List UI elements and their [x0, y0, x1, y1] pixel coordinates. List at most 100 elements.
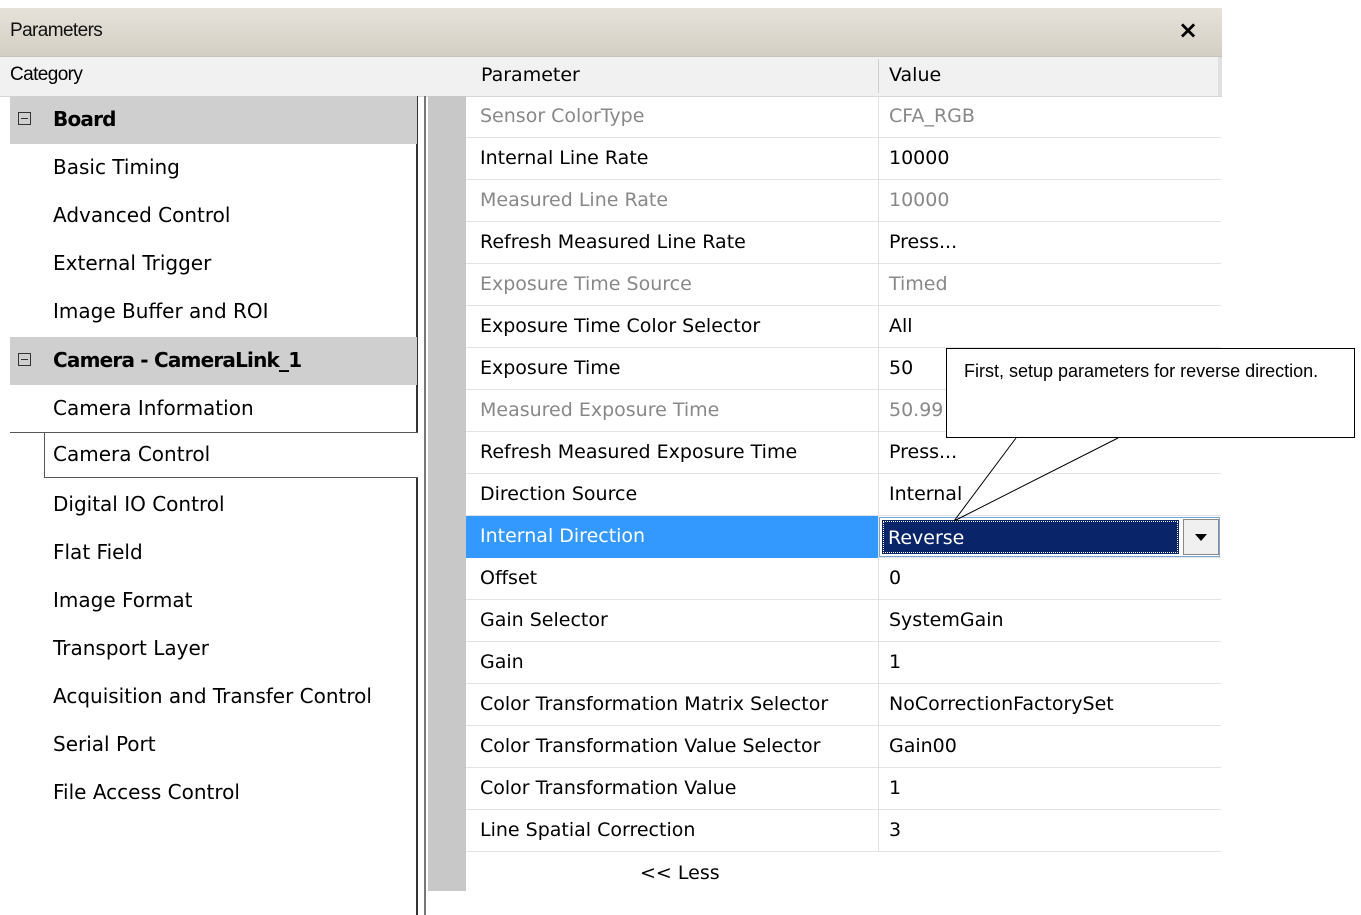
param-value[interactable]: Press...	[889, 231, 957, 253]
value-header[interactable]: Value	[889, 64, 941, 86]
less-button[interactable]: << Less	[640, 862, 720, 884]
column-divider	[878, 768, 879, 809]
dropdown-value-text: Reverse	[888, 527, 965, 549]
param-row[interactable]: Color Transformation Value 1	[466, 768, 1221, 810]
column-divider	[878, 432, 879, 473]
callout-note: First, setup parameters for reverse dire…	[946, 348, 1355, 438]
param-row[interactable]: Measured Line Rate 10000	[466, 180, 1221, 222]
category-header: Category	[10, 64, 83, 85]
param-row[interactable]: Color Transformation Value Selector Gain0…	[466, 726, 1221, 768]
close-icon[interactable]: ×	[1178, 16, 1198, 44]
column-headers: Category Parameter Value	[0, 57, 1222, 97]
parameters-window: Parameters × Category Parameter Value Bo…	[0, 0, 1222, 915]
param-value[interactable]: 10000	[889, 147, 949, 169]
window-title: Parameters	[10, 20, 103, 41]
param-name: Gain Selector	[480, 609, 608, 631]
param-value[interactable]: 0	[889, 567, 901, 589]
title-bar: Parameters ×	[0, 8, 1222, 57]
category-item-file-access-control[interactable]: File Access Control	[53, 780, 240, 804]
category-item-image-format[interactable]: Image Format	[53, 588, 192, 612]
param-value[interactable]: 50	[889, 357, 913, 379]
param-row[interactable]: Internal Line Rate 10000	[466, 138, 1221, 180]
pane-splitter[interactable]	[424, 96, 426, 915]
column-divider	[878, 810, 879, 851]
category-item-digital-io-control[interactable]: Digital IO Control	[53, 492, 225, 516]
param-value: Timed	[889, 273, 948, 295]
param-row[interactable]: Line Spatial Correction 3	[466, 810, 1221, 852]
header-divider[interactable]	[878, 59, 879, 93]
parameter-header[interactable]: Parameter	[481, 64, 580, 86]
category-item-advanced-control[interactable]: Advanced Control	[53, 203, 230, 227]
category-tree: Board Basic Timing Advanced Control Exte…	[0, 96, 418, 915]
param-name: Exposure Time Source	[480, 273, 692, 295]
row-gutter	[428, 96, 466, 891]
param-row[interactable]: Sensor ColorType CFA_RGB	[466, 96, 1221, 138]
column-divider	[878, 180, 879, 221]
param-row[interactable]: Exposure Time Color Selector All	[466, 306, 1221, 348]
category-item-image-buffer-roi[interactable]: Image Buffer and ROI	[53, 299, 269, 323]
param-value: 10000	[889, 189, 950, 211]
category-item-flat-field[interactable]: Flat Field	[53, 540, 143, 564]
callout-text: First, setup parameters for reverse dire…	[964, 361, 1319, 381]
column-divider	[878, 96, 879, 137]
param-value[interactable]: 1	[889, 651, 901, 673]
column-divider	[878, 306, 879, 347]
param-row[interactable]: Gain Selector SystemGain	[466, 600, 1221, 642]
category-group-camera[interactable]: Camera - CameraLink_1	[10, 337, 417, 385]
category-item-transport-layer[interactable]: Transport Layer	[53, 636, 209, 660]
param-row[interactable]: Direction Source Internal	[466, 474, 1221, 516]
column-divider	[878, 264, 879, 305]
param-name: Exposure Time	[480, 357, 621, 379]
param-value[interactable]: 1	[889, 777, 901, 799]
chevron-down-icon[interactable]	[1183, 519, 1219, 555]
param-name: Refresh Measured Exposure Time	[480, 441, 798, 463]
param-value[interactable]: Internal	[889, 483, 962, 505]
param-name: Color Transformation Matrix Selector	[480, 693, 829, 715]
collapse-icon[interactable]	[18, 112, 31, 125]
header-edge	[1218, 57, 1222, 96]
column-divider	[878, 222, 879, 263]
sidebar-border	[416, 96, 418, 915]
category-group-board[interactable]: Board	[10, 96, 417, 144]
param-name: Offset	[480, 567, 538, 589]
param-name: Measured Line Rate	[480, 189, 669, 211]
item-border	[10, 432, 44, 433]
param-value[interactable]: Press...	[889, 441, 957, 463]
category-group-label: Board	[53, 107, 116, 131]
column-divider	[878, 558, 879, 599]
param-row[interactable]: Refresh Measured Exposure Time Press...	[466, 432, 1221, 474]
category-group-label: Camera - CameraLink_1	[53, 348, 302, 372]
collapse-icon[interactable]	[18, 353, 31, 366]
category-item-acquisition-transfer-control[interactable]: Acquisition and Transfer Control	[53, 684, 372, 708]
param-name: Internal Line Rate	[480, 147, 649, 169]
param-name: Direction Source	[480, 483, 638, 505]
category-item-camera-control[interactable]: Camera Control	[44, 432, 418, 478]
column-divider	[878, 390, 879, 431]
param-value[interactable]: 3	[889, 819, 901, 841]
param-name: Line Spatial Correction	[480, 819, 696, 841]
value-dropdown[interactable]: Reverse	[879, 517, 1220, 557]
column-divider	[878, 684, 879, 725]
param-name: Refresh Measured Line Rate	[480, 231, 746, 253]
param-value[interactable]: All	[889, 315, 913, 337]
category-item-basic-timing[interactable]: Basic Timing	[53, 155, 180, 179]
param-row[interactable]: Internal Direction Reverse	[466, 516, 1221, 558]
category-item-camera-information[interactable]: Camera Information	[53, 396, 254, 420]
param-value: CFA_RGB	[889, 105, 975, 127]
param-name: Color Transformation Value	[480, 777, 737, 799]
category-item-label: Camera Control	[53, 442, 211, 466]
param-name: Sensor ColorType	[480, 105, 645, 127]
param-row[interactable]: Offset 0	[466, 558, 1221, 600]
dropdown-selected-value[interactable]: Reverse	[882, 520, 1179, 554]
param-row[interactable]: Exposure Time Source Timed	[466, 264, 1221, 306]
param-value[interactable]: Gain00	[889, 735, 957, 757]
param-value[interactable]: SystemGain	[889, 609, 1004, 631]
column-divider	[878, 726, 879, 767]
column-divider	[878, 600, 879, 641]
param-row[interactable]: Color Transformation Matrix Selector NoCo…	[466, 684, 1221, 726]
param-value[interactable]: NoCorrectionFactorySet	[889, 693, 1114, 715]
category-item-external-trigger[interactable]: External Trigger	[53, 251, 211, 275]
category-item-serial-port[interactable]: Serial Port	[53, 732, 156, 756]
param-row[interactable]: Gain 1	[466, 642, 1221, 684]
param-row[interactable]: Refresh Measured Line Rate Press...	[466, 222, 1221, 264]
